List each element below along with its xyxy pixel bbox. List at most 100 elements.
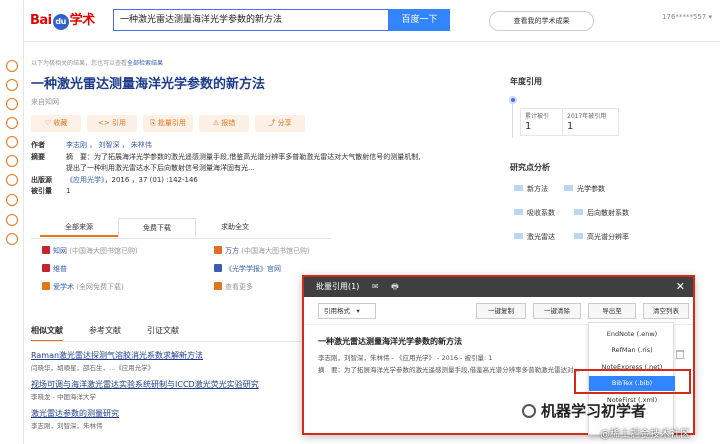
header: Bai du 学术 一种激光雷达测量海洋光学参数的新方法 百度一下 查看我的学术成果…	[24, 0, 720, 42]
tab-request-fulltext[interactable]: 求助全文	[196, 218, 274, 237]
favorite-button[interactable]: ♡ 收藏	[31, 115, 81, 132]
nav-icon[interactable]	[6, 174, 18, 186]
publication-label: 出版源	[31, 175, 52, 184]
wanfang-icon	[214, 246, 222, 254]
bar-icon	[514, 185, 523, 191]
authors-label: 作者	[31, 141, 45, 149]
related-meta: 李晓龙 - 中国海洋大学	[31, 393, 96, 401]
authors[interactable]: 李志刚 ， 刘智深 ， 朱林伟	[66, 140, 152, 152]
divider	[31, 238, 331, 239]
copy-all-button[interactable]: 一键复制	[476, 303, 526, 319]
journal-link[interactable]: 《应用光学》	[66, 176, 105, 184]
nav-icon[interactable]	[6, 117, 18, 129]
analysis-title: 研究点分析	[510, 163, 550, 172]
clear-all-button[interactable]: 一键清除	[533, 303, 581, 319]
nav-icon[interactable]	[6, 194, 18, 206]
batch-cite-button[interactable]: ⎘ 批量引用	[143, 115, 193, 132]
citation-abstract: 摘 要：为了拓展海洋光学参数的激光遥感测量手段,借鉴高光谱分辨率多普勒激光雷达对…	[318, 366, 580, 374]
tab-citations[interactable]: 引证文献	[147, 325, 179, 342]
tab-references[interactable]: 参考文献	[89, 325, 121, 342]
abstract-line: 提出了一种利用激光雷达水下后向散射信号测量海洋固有光...	[66, 164, 255, 172]
bar-icon	[574, 233, 583, 239]
source-item-cnki[interactable]: 知网 (中国海大图书馆已购)	[42, 246, 138, 256]
bar-icon	[564, 185, 573, 191]
paper-source: 来自知网	[31, 98, 59, 106]
page-title: 一种激光雷达测量海洋光学参数的新方法	[31, 77, 266, 92]
source-item-aixueshu[interactable]: 爱学术 (全网免费下载)	[42, 282, 124, 292]
total-cited-cell: 累计被引 1	[521, 109, 563, 135]
export-endnote[interactable]: EndNote (.enw)	[589, 327, 675, 342]
related-tabs: 相似文献 参考文献 引证文献	[31, 325, 179, 342]
export-refman[interactable]: RefMan (.ris)	[589, 343, 675, 358]
nav-icon[interactable]	[6, 214, 18, 226]
print-icon[interactable]: 🖶	[391, 277, 399, 297]
year-cited-cell: 2017年被引用 1	[567, 113, 607, 132]
cited-label: 被引量	[31, 187, 52, 195]
cite-button[interactable]: <> 引用	[87, 115, 137, 132]
related-title-link[interactable]: 视场可调与海洋激光雷达实验系统研制与ICCD激光荧光实验研究	[31, 379, 301, 390]
bar-icon	[514, 233, 523, 239]
nav-icon[interactable]	[6, 79, 18, 91]
left-rail	[0, 0, 24, 444]
empty-list-button[interactable]: 清空列表	[643, 303, 689, 319]
cnki-icon	[42, 246, 50, 254]
report-error-button[interactable]: ⚠ 报错	[199, 115, 249, 132]
close-icon[interactable]: ✕	[676, 277, 685, 297]
list-item: 视场可调与海洋激光雷达实验系统研制与ICCD激光荧光实验研究 李晓龙 - 中国海…	[31, 379, 301, 401]
paper-meta: 作者 李志刚 ， 刘智深 ， 朱林伟 摘要 摘 要：为了拓展海洋光学参数的激光遥感测…	[31, 140, 471, 198]
analysis-item[interactable]: 新方法	[514, 184, 548, 194]
yearly-citation-grid: 累计被引 1 2017年被引用 1	[520, 108, 619, 136]
analysis-item[interactable]: 激光雷达	[514, 232, 555, 242]
export-button[interactable]: 导出至	[588, 303, 636, 319]
journal-icon	[214, 264, 222, 272]
trash-icon[interactable]	[676, 350, 684, 359]
list-item: Raman激光雷达探测气溶胶消光系数求解新方法 闫晓华，胡顺星，邵石生，...《…	[31, 350, 301, 372]
modal-header: 批量引用(1) ✉ 🖶 ✕	[304, 277, 693, 297]
analysis-item[interactable]: 吸收系数	[514, 208, 555, 218]
related-meta: 闫晓华，胡顺星，邵石生，...《应用光学》	[31, 364, 155, 372]
search-input[interactable]: 一种激光雷达测量海洋光学参数的新方法	[113, 9, 389, 31]
timeline-line	[512, 104, 513, 138]
tab-all-sources[interactable]: 全部来源	[40, 218, 118, 237]
tab-similar[interactable]: 相似文献	[31, 325, 63, 342]
all-results-link[interactable]: 全部检索结果	[127, 60, 163, 67]
citation-authors: 李志刚，刘智深，朱林伟 - 《应用光学》 - 2016 - 被引量: 1	[318, 354, 493, 362]
analysis-item[interactable]: 后向散射系数	[574, 208, 629, 218]
source-item-wanfang[interactable]: 万方 (中国海大图书馆已购)	[214, 246, 310, 256]
related-title-link[interactable]: 激光雷达参数的测量研究	[31, 408, 301, 419]
wechat-icon	[522, 404, 536, 418]
source-item-more[interactable]: 查看更多	[214, 282, 253, 292]
user-account[interactable]: 176*****557 ▾	[662, 13, 712, 21]
abstract-line: 摘 要：为了拓展海洋光学参数的激光遥感测量手段,借鉴高光谱分辨率多普勒激光雷达对…	[66, 152, 421, 161]
aixueshu-icon	[42, 282, 50, 290]
source-item-vip[interactable]: 维普	[42, 264, 67, 274]
related-meta: 李志刚，刘智深，朱林伟	[31, 422, 103, 430]
nav-icon[interactable]	[6, 233, 18, 245]
share-button[interactable]: ⤴ 分享	[255, 115, 305, 132]
publication-detail: ，2016 ，37 (01) :142-146	[104, 175, 198, 184]
related-title-link[interactable]: Raman激光雷达探测气溶胶消光系数求解新方法	[31, 350, 301, 361]
citation-title: 一种激光雷达测量海洋光学参数的新方法	[318, 337, 462, 346]
watermark: 机器学习初学者	[522, 400, 646, 421]
vip-icon	[42, 264, 50, 272]
bar-icon	[514, 209, 523, 215]
list-item: 激光雷达参数的测量研究 李志刚，刘智深，朱林伟	[31, 408, 301, 430]
my-academic-button[interactable]: 查看我的学术成果	[489, 11, 594, 31]
search-button[interactable]: 百度一下	[389, 9, 450, 31]
highlight-box	[574, 369, 691, 394]
nav-icon[interactable]	[6, 155, 18, 167]
timeline-dot	[509, 96, 517, 104]
nav-icon[interactable]	[6, 60, 18, 72]
nav-icon[interactable]	[6, 98, 18, 110]
citation-format-select[interactable]: 引用格式 ▾	[318, 303, 376, 319]
tab-free-download[interactable]: 免费下载	[118, 218, 196, 237]
plus-icon	[214, 282, 222, 290]
action-bar: ♡ 收藏 <> 引用 ⎘ 批量引用 ⚠ 报错 ⤴ 分享	[31, 115, 305, 132]
source-item-journal-site[interactable]: 《光学学报》官网	[214, 264, 281, 274]
baidu-xueshu-logo[interactable]: Bai du 学术	[30, 9, 95, 30]
modal-title: 批量引用(1)	[316, 282, 360, 291]
mail-icon[interactable]: ✉	[372, 277, 379, 297]
analysis-item[interactable]: 高光谱分辨率	[574, 232, 629, 242]
analysis-item[interactable]: 光学参数	[564, 184, 605, 194]
nav-icon[interactable]	[6, 136, 18, 148]
